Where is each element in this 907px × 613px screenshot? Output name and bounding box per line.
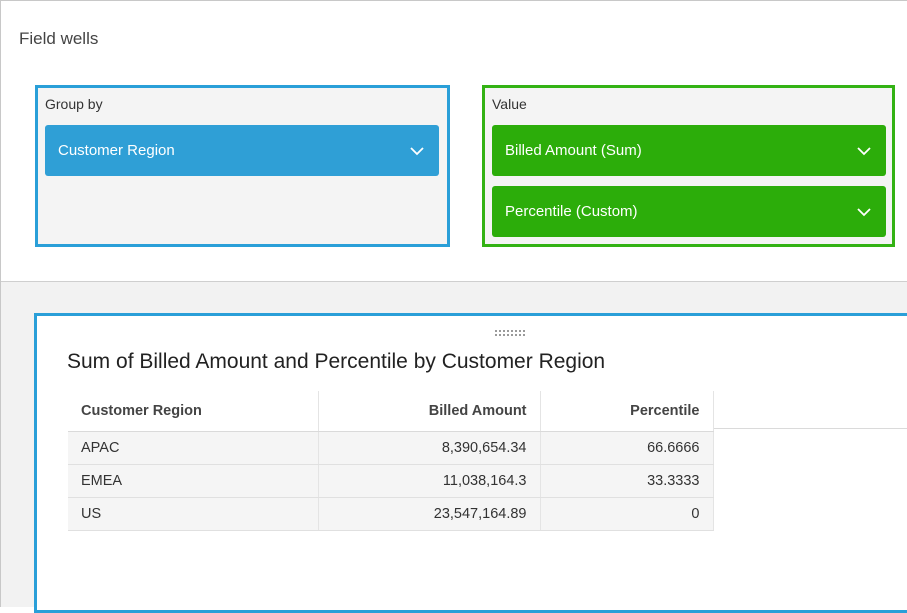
- table-row[interactable]: EMEA 11,038,164.3 33.3333: [68, 464, 714, 498]
- cell-percentile: 0: [540, 497, 714, 531]
- header-divider: [713, 428, 907, 429]
- cell-billed-amount: 11,038,164.3: [318, 464, 541, 498]
- percentile-field-label: Percentile (Custom): [505, 203, 638, 220]
- field-wells-panel: Field wells Group by Customer Region Val…: [1, 1, 907, 282]
- group-by-well[interactable]: Group by Customer Region: [35, 85, 450, 247]
- billed-amount-field-label: Billed Amount (Sum): [505, 142, 642, 159]
- drag-handle-icon[interactable]: [494, 324, 530, 336]
- table-visual[interactable]: Sum of Billed Amount and Percentile by C…: [34, 313, 907, 613]
- chevron-down-icon[interactable]: [856, 143, 872, 159]
- customer-region-field-label: Customer Region: [58, 142, 175, 159]
- value-label: Value: [492, 96, 527, 112]
- field-wells-title: Field wells: [19, 29, 99, 48]
- table-row[interactable]: APAC 8,390,654.34 66.6666: [68, 431, 714, 465]
- customer-region-field[interactable]: Customer Region: [45, 125, 439, 176]
- data-table: Customer Region Billed Amount Percentile…: [68, 391, 714, 531]
- cell-region: APAC: [68, 431, 319, 465]
- cell-region: US: [68, 497, 319, 531]
- column-header-percentile[interactable]: Percentile: [540, 391, 714, 432]
- chevron-down-icon[interactable]: [856, 204, 872, 220]
- column-header-customer-region[interactable]: Customer Region: [68, 391, 319, 432]
- column-header-billed-amount[interactable]: Billed Amount: [318, 391, 541, 432]
- billed-amount-field[interactable]: Billed Amount (Sum): [492, 125, 886, 176]
- visual-title: Sum of Billed Amount and Percentile by C…: [67, 350, 606, 373]
- cell-region: EMEA: [68, 464, 319, 498]
- table-row[interactable]: US 23,547,164.89 0: [68, 497, 714, 531]
- cell-billed-amount: 23,547,164.89: [318, 497, 541, 531]
- cell-percentile: 33.3333: [540, 464, 714, 498]
- value-well[interactable]: Value Billed Amount (Sum) Percentile (Cu…: [482, 85, 895, 247]
- cell-billed-amount: 8,390,654.34: [318, 431, 541, 465]
- percentile-field[interactable]: Percentile (Custom): [492, 186, 886, 237]
- group-by-label: Group by: [45, 96, 103, 112]
- chevron-down-icon[interactable]: [409, 143, 425, 159]
- table-header-row: Customer Region Billed Amount Percentile: [68, 391, 714, 432]
- cell-percentile: 66.6666: [540, 431, 714, 465]
